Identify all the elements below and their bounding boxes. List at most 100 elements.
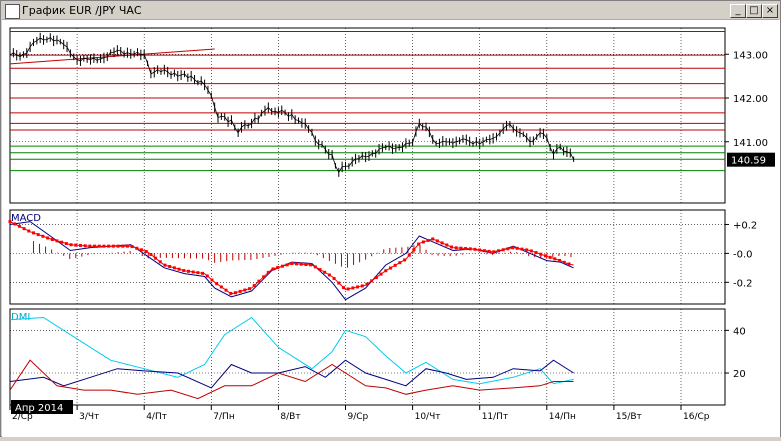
price-y-tick-label: 141.00 [733,138,768,149]
macd-signal-point [295,262,299,266]
macd-signal-point [224,288,228,292]
macd-signal-point [327,273,331,277]
macd-signal-point [431,237,435,241]
macd-signal-point [248,287,252,291]
macd-signal-point [130,245,134,249]
macd-signal-point [440,241,444,245]
macd-signal-point [356,285,360,289]
macd-signal-point [140,248,144,252]
macd-y-tick-label: +0.2 [733,220,757,231]
maximize-button[interactable]: □ [746,4,762,18]
macd-signal-point [515,246,519,250]
macd-signal-point [205,274,209,278]
macd-panel-frame [9,209,726,305]
macd-signal-point [88,244,92,248]
macd-signal-point [97,244,101,248]
macd-signal-point [219,285,223,289]
macd-signal-point [266,270,270,274]
macd-signal-point [468,247,472,251]
macd-signal-point [290,262,294,266]
x-tick-label: 9/Ср [348,412,369,422]
macd-signal-point [229,291,233,295]
macd-signal-point [360,284,364,288]
macd-signal-point [215,282,219,286]
price-y-tick-label: 142.00 [733,94,768,105]
macd-signal-point [454,246,458,250]
close-button[interactable]: × [762,4,778,18]
macd-signal-point [374,275,378,279]
macd-signal-point [459,246,463,250]
macd-signal-point [276,266,280,270]
macd-y-tick-label: -0.2 [733,278,753,289]
chart-app-icon [5,4,20,19]
macd-signal-point [107,244,111,248]
macd-signal-point [46,236,50,240]
macd-signal-point [309,263,313,267]
macd-signal-point [74,243,78,247]
macd-signal-point [543,254,547,258]
macd-signal-point [172,266,176,270]
chart-canvas[interactable]: 2/Ср 3/Чт 4/Пт 7/Пн 8/Вт 9/Ср 10/Чт 11/Пт 14/Пн 1… [2,20,780,437]
macd-signal-point [332,276,336,280]
x-tick-label: 8/Вт [280,412,300,422]
macd-signal-point [393,263,397,267]
x-tick-label: 16/Ср [683,412,710,422]
macd-signal-point [22,227,26,231]
macd-signal-point [445,243,449,247]
title-bar[interactable]: График EUR /JPY ЧАС _ □ × [2,2,779,20]
macd-signal-point [27,229,31,233]
macd-signal-point [398,261,402,265]
macd-signal-point [285,263,289,267]
macd-signal-point [346,287,350,291]
x-tick-label: 4/Пт [146,412,167,422]
macd-signal-point [210,278,214,282]
macd-signal-point [511,246,515,250]
macd-signal-point [365,282,369,286]
macd-signal-point [17,224,21,228]
macd-signal-point [388,266,392,270]
macd-signal-point [558,258,562,262]
macd-signal-point [351,286,355,290]
macd-signal-point [196,271,200,275]
dmi-y-tick-label: 40 [733,326,746,337]
x-tick-label: 11/Пт [482,412,509,422]
chart-svg[interactable]: 2/Ср 3/Чт 4/Пт 7/Пн 8/Вт 9/Ср 10/Чт 11/Пт 14/Пн 1… [2,20,780,437]
macd-signal-point [83,244,87,248]
macd-signal-point [407,253,411,257]
macd-signal-point [13,222,17,226]
macd-signal-point [496,249,500,253]
x-tick-label: 14/Пн [549,412,576,422]
minimize-button[interactable]: _ [730,4,746,18]
macd-signal-point [464,247,468,251]
macd-signal-point [271,267,275,271]
current-price-label: 140.59 [731,156,766,167]
macd-signal-point [323,270,327,274]
macd-signal-point [135,246,139,250]
macd-signal-point [111,244,115,248]
macd-signal-point [370,279,374,283]
window-title: График EUR /JPY ЧАС [22,4,142,17]
macd-signal-point [435,239,439,243]
macd-signal-point [280,264,284,268]
macd-signal-point [121,244,125,248]
x-tick-label: 15/Вт [616,412,642,422]
macd-signal-point [318,268,322,272]
macd-signal-point [403,258,407,262]
x-tick-label: 3/Чт [79,412,99,422]
macd-signal-point [379,272,383,276]
macd-signal-point [501,248,505,252]
macd-signal-point [421,240,425,244]
macd-signal-point [60,240,64,244]
macd-signal-point [482,249,486,253]
macd-signal-point [149,253,153,257]
macd-signal-point [163,263,167,267]
macd-signal-point [313,265,317,269]
macd-signal-point [55,239,59,243]
macd-signal-point [125,244,129,248]
macd-signal-point [341,286,345,290]
macd-signal-point [102,244,106,248]
macd-signal-point [487,249,491,253]
macd-signal-point [69,243,73,247]
macd-signal-point [553,257,557,261]
macd-signal-point [93,244,97,248]
